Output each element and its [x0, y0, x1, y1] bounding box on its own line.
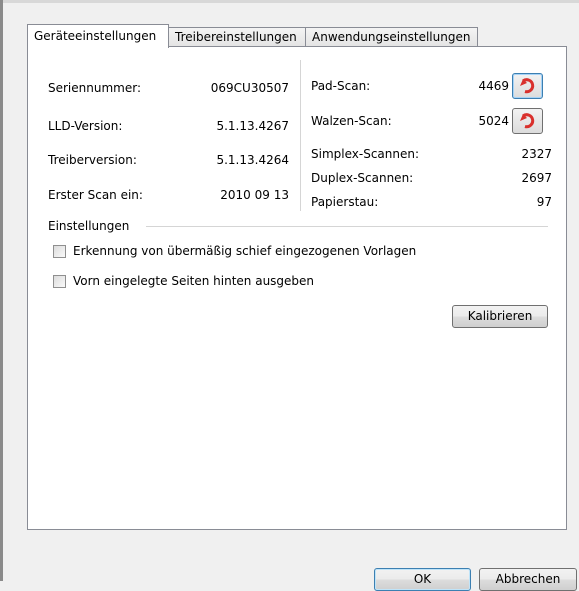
lld-version-value: 5.1.13.4267 — [216, 119, 289, 133]
paper-jam-value: 97 — [536, 195, 552, 209]
reset-counter-icon — [519, 78, 534, 94]
simplex-scan-value: 2327 — [521, 147, 552, 161]
roller-scan-value: 5024 — [478, 114, 509, 128]
settings-group-label: Einstellungen — [48, 219, 130, 233]
pad-scan-value: 4469 — [478, 79, 509, 93]
duplex-scan-label: Duplex-Scannen: — [311, 171, 414, 185]
ok-button[interactable]: OK — [374, 568, 471, 591]
window-left-border — [0, 0, 3, 581]
settings-group-divider — [146, 226, 548, 227]
first-scan-value: 2010 09 13 — [220, 188, 289, 202]
serial-number-label: Seriennummer: — [48, 81, 141, 95]
driver-version-value: 5.1.13.4264 — [216, 153, 289, 167]
tab-driver-settings[interactable]: Treibereinstellungen — [168, 27, 306, 47]
reverse-output-label[interactable]: Vorn eingelegte Seiten hinten ausgeben — [73, 274, 314, 288]
calibrate-button[interactable]: Kalibrieren — [452, 305, 548, 328]
skew-detection-label[interactable]: Erkennung von übermäßig schief eingezoge… — [73, 244, 416, 258]
tab-application-settings[interactable]: Anwendungseinstellungen — [305, 27, 478, 47]
tab-device-settings[interactable]: Geräteeinstellungen — [27, 24, 169, 48]
pad-scan-label: Pad-Scan: — [311, 79, 371, 93]
reset-counter-icon — [519, 113, 534, 129]
reverse-output-checkbox[interactable] — [53, 275, 66, 288]
driver-version-label: Treiberversion: — [48, 153, 137, 167]
cancel-button[interactable]: Abbrechen — [479, 568, 577, 591]
paper-jam-label: Papierstau: — [311, 195, 379, 209]
column-divider — [300, 60, 301, 211]
lld-version-label: LLD-Version: — [48, 119, 123, 133]
reset-pad-counter-button[interactable] — [512, 73, 543, 99]
window-top-border — [0, 0, 579, 3]
device-settings-panel: Seriennummer: 069CU30507 LLD-Version: 5.… — [27, 46, 567, 530]
simplex-scan-label: Simplex-Scannen: — [311, 147, 420, 161]
skew-detection-checkbox[interactable] — [53, 245, 66, 258]
serial-number-value: 069CU30507 — [210, 81, 289, 95]
roller-scan-label: Walzen-Scan: — [311, 114, 392, 128]
first-scan-label: Erster Scan ein: — [48, 188, 143, 202]
reset-roller-counter-button[interactable] — [512, 108, 543, 134]
duplex-scan-value: 2697 — [521, 171, 552, 185]
